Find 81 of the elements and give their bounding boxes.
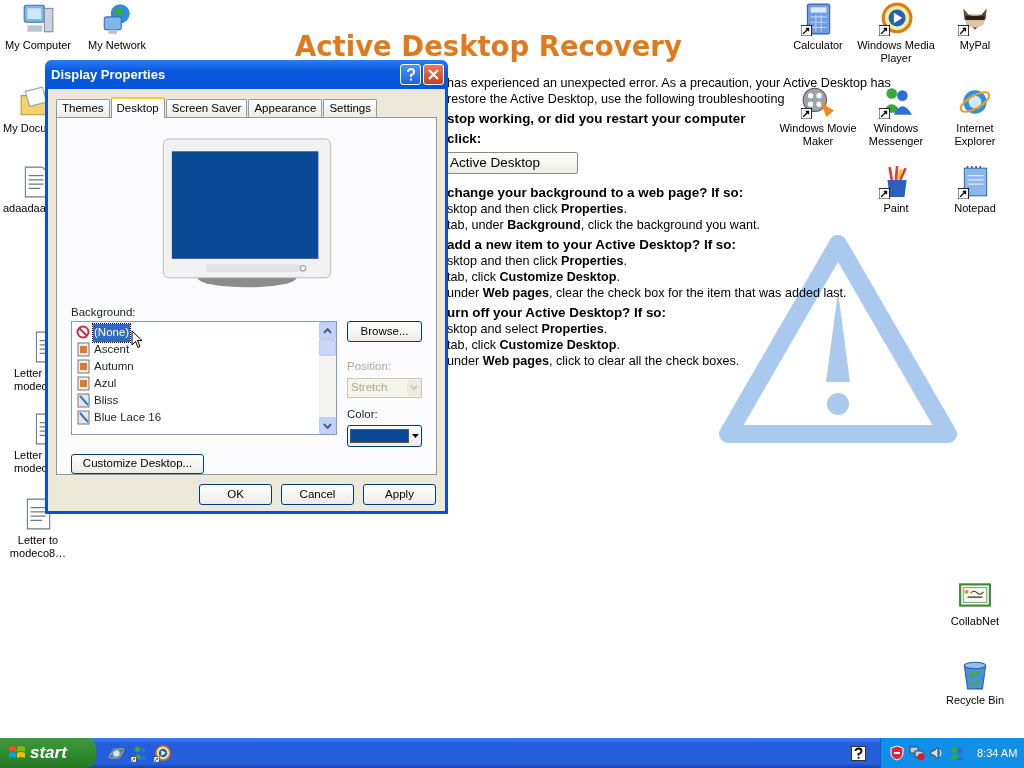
list-item[interactable]: Bliss (93, 392, 120, 410)
image-file-icon (76, 342, 90, 358)
tab[interactable]: Screen Saver (165, 99, 248, 117)
instruction-text: sktop and then click Properties. (447, 201, 627, 217)
instruction-text: has experienced an unexpected error. As a precaution, your Active Desktop has (447, 75, 891, 91)
heading: add a new item to your Active Desktop? If so: (447, 237, 736, 253)
image-file-icon (76, 359, 90, 375)
field-label: Background: (71, 305, 137, 321)
scrollbar-track[interactable] (319, 322, 336, 435)
icon-label[interactable]: My Computer (5, 39, 71, 52)
icon-label[interactable]: Internet Explorer (935, 122, 1015, 148)
heading: stop working, or did you restart your computer (447, 111, 746, 127)
heading: urn off your Active Desktop? If so: (447, 305, 666, 321)
icon-label[interactable]: Windows Messenger (856, 122, 936, 148)
dialog-button[interactable]: Cancel (281, 484, 354, 505)
heading: click: (447, 131, 482, 147)
chevron-up-icon (323, 327, 332, 334)
help-button[interactable] (400, 64, 421, 85)
list-item[interactable]: Ascent (93, 341, 131, 359)
help-icon (405, 68, 416, 81)
field-label: Position: (347, 359, 393, 375)
close-button[interactable] (423, 64, 444, 85)
instruction-text: under Web pages, click to clear all the check boxes. (447, 353, 740, 369)
window-title: Display Properties (51, 65, 167, 84)
people-icon[interactable] (131, 744, 148, 762)
network-icon[interactable] (909, 745, 925, 761)
instruction-text: tab, click Customize Desktop. (447, 269, 620, 285)
chevron-down-icon (323, 422, 332, 429)
instruction-text: restore the Active Desktop, use the following troubleshooting (447, 91, 785, 107)
scroll-thumb[interactable] (319, 339, 336, 357)
media-player-icon[interactable] (154, 744, 171, 762)
browse-button[interactable]: Browse... (347, 321, 422, 343)
list-item[interactable]: (None) (93, 324, 131, 342)
icon-label[interactable]: CollabNet (950, 615, 1000, 628)
instruction-text: sktop and then click Properties. (447, 253, 627, 269)
color-picker[interactable] (347, 424, 422, 447)
icon-label[interactable]: Windows Movie Maker (778, 122, 858, 148)
tab[interactable]: Desktop (110, 97, 165, 118)
help-icon[interactable] (851, 745, 866, 761)
instruction-text: sktop and select Properties. (447, 321, 608, 337)
icon-label[interactable]: Notepad (954, 202, 996, 215)
icon-label[interactable]: Letter to modeco8… (0, 534, 78, 560)
clock: 8:34 AM (977, 745, 1018, 761)
instruction-text: tab, under Background, click the background you want. (447, 217, 760, 233)
background-list[interactable]: (None) Ascent Autumn Azul Bliss Blue Lace 16 (71, 321, 337, 436)
shield-icon[interactable] (889, 745, 905, 761)
caret-icon (407, 379, 421, 396)
media-player-icon[interactable] (879, 2, 913, 36)
icon-label[interactable]: Recycle Bin (945, 694, 1005, 707)
close-icon (428, 69, 439, 80)
icon-label[interactable]: adaadaa (3, 202, 46, 215)
list-item[interactable]: Autumn (93, 358, 135, 376)
tab[interactable]: Appearance (248, 99, 323, 117)
list-item[interactable]: Azul (93, 375, 118, 393)
dialog-button[interactable]: Apply (363, 484, 436, 505)
scroll-down-button[interactable] (319, 417, 336, 435)
image-file-icon (76, 376, 90, 392)
dialog-button[interactable]: OK (199, 484, 272, 505)
caret-icon (412, 433, 419, 438)
tab[interactable]: Settings (323, 99, 377, 117)
brush-file-icon (76, 410, 90, 426)
mouse-pointer-icon (131, 330, 143, 349)
list-item[interactable]: Blue Lace 16 (93, 409, 163, 427)
icon-label[interactable]: Paint (883, 202, 909, 215)
icon-label[interactable]: My Network (87, 39, 147, 52)
customize-desktop-button[interactable]: Customize Desktop... (71, 453, 204, 474)
instruction-text: under Web pages, clear the check box for the item that was added last. (447, 285, 847, 301)
icon-label[interactable]: Windows Media Player (856, 39, 936, 65)
scroll-up-button[interactable] (319, 322, 336, 340)
tab[interactable]: Themes (56, 99, 110, 117)
heading: change your background to a web page? If so: (447, 185, 744, 201)
restore-button[interactable]: Active Desktop (447, 152, 578, 174)
brush-file-icon (76, 393, 90, 409)
field-label: Color: (347, 406, 379, 422)
speaker-icon[interactable] (929, 745, 945, 761)
icon-label[interactable]: MyPal (959, 39, 991, 52)
people-icon[interactable] (879, 85, 913, 119)
start-button[interactable]: start (0, 738, 96, 768)
icon-label[interactable]: Calculator (793, 39, 843, 52)
no-sign-icon (76, 325, 90, 341)
instruction-text: tab, click Customize Desktop. (447, 337, 620, 353)
